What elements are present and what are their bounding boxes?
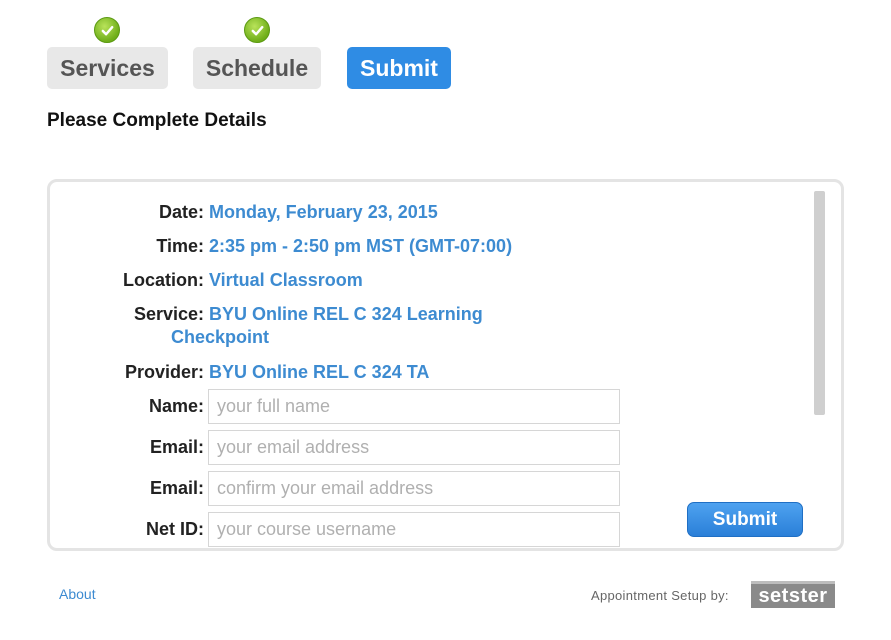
- time-value: 2:35 pm - 2:50 pm MST (GMT-07:00): [209, 236, 513, 256]
- provider-label: Provider:: [124, 362, 204, 382]
- step-schedule-button[interactable]: Schedule: [193, 47, 321, 89]
- powered-by-text: Appointment Setup by:: [591, 588, 729, 603]
- provider-value: BYU Online REL C 324 TA: [209, 362, 430, 382]
- progress-steps: Services Schedule Submit: [47, 17, 467, 89]
- service-value: BYU Online REL C 324 Learning: [209, 304, 483, 324]
- name-label: Name:: [148, 396, 204, 416]
- confirm-email-label: Email:: [149, 478, 204, 498]
- service-label: Service:: [133, 304, 204, 324]
- checkmark-icon: [94, 17, 120, 43]
- step-services-button[interactable]: Services: [47, 47, 168, 89]
- email-label: Email:: [149, 437, 204, 457]
- netid-label: Net ID:: [146, 519, 204, 539]
- date-label: Date:: [158, 202, 204, 222]
- netid-input[interactable]: [208, 512, 620, 547]
- submit-button[interactable]: Submit: [687, 502, 803, 537]
- checkmark-icon: [244, 17, 270, 43]
- step-submit-button[interactable]: Submit: [347, 47, 451, 89]
- date-value: Monday, February 23, 2015: [209, 202, 438, 222]
- details-panel: Date: Monday, February 23, 2015 Time: 2:…: [47, 179, 844, 551]
- location-value: Virtual Classroom: [209, 270, 363, 290]
- service-value-continued: Checkpoint: [171, 327, 270, 347]
- name-input[interactable]: [208, 389, 620, 424]
- scrollbar[interactable]: [814, 191, 825, 415]
- location-label: Location:: [123, 270, 204, 290]
- about-link[interactable]: About: [59, 586, 96, 602]
- setster-logo[interactable]: setster: [751, 581, 835, 608]
- time-label: Time:: [156, 236, 204, 256]
- page-title: Please Complete Details: [47, 110, 267, 131]
- confirm-email-input[interactable]: [208, 471, 620, 506]
- email-input[interactable]: [208, 430, 620, 465]
